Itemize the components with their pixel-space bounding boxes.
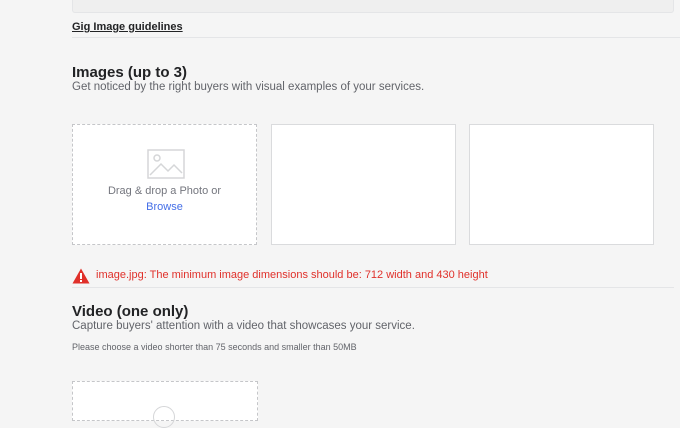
video-upload-dropzone[interactable]: [72, 381, 258, 428]
images-section-description: Get noticed by the right buyers with vis…: [72, 81, 425, 93]
video-icon: [153, 406, 175, 428]
video-section-description: Capture buyers' attention with a video t…: [72, 320, 415, 332]
drag-drop-label: Drag & drop a Photo or: [107, 185, 222, 197]
image-slot-3[interactable]: [469, 124, 654, 245]
gig-image-guidelines-link[interactable]: Gig Image guidelines: [72, 21, 183, 33]
video-section-title: Video (one only): [72, 303, 189, 320]
warning-icon: [72, 268, 90, 284]
images-section-title: Images (up to 3): [72, 64, 188, 81]
image-icon: [147, 149, 185, 179]
video-requirements-note: Please choose a video shorter than 75 se…: [72, 342, 357, 352]
section-divider: [72, 287, 674, 288]
image-upload-dropzone[interactable]: Drag & drop a Photo or Browse: [72, 124, 257, 245]
image-slot-2[interactable]: [271, 124, 456, 245]
section-divider: [72, 37, 680, 38]
previous-section-box: [72, 0, 674, 13]
browse-link[interactable]: Browse: [73, 201, 256, 213]
error-text: image.jpg: The minimum image dimensions …: [96, 269, 488, 281]
